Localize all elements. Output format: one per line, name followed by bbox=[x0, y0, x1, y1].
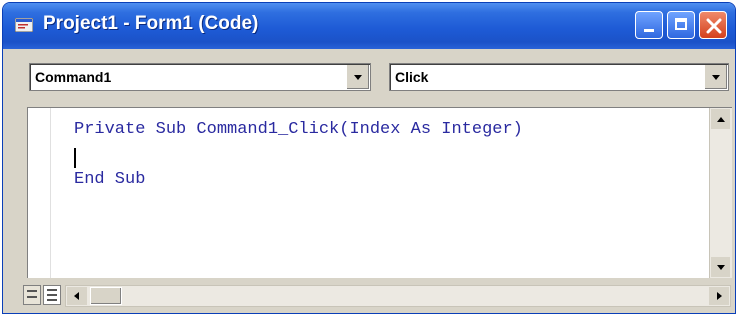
title-bar[interactable]: Project1 - Form1 (Code) bbox=[3, 3, 735, 49]
minimize-button[interactable] bbox=[635, 11, 663, 39]
horizontal-scrollbar[interactable] bbox=[65, 285, 731, 307]
window-title: Project1 - Form1 (Code) bbox=[43, 13, 259, 34]
code-window: Project1 - Form1 (Code) Command1 Click P… bbox=[2, 2, 736, 314]
horizontal-scroll-thumb[interactable] bbox=[90, 287, 122, 305]
code-line[interactable]: End Sub bbox=[74, 170, 145, 189]
full-module-view-icon-line bbox=[47, 299, 57, 301]
code-line[interactable]: Private Sub Command1_Click(Index As Inte… bbox=[74, 120, 523, 139]
procedure-view-button[interactable] bbox=[23, 285, 41, 305]
procedure-combo[interactable]: Click bbox=[389, 63, 729, 91]
object-combo-value: Command1 bbox=[35, 69, 112, 85]
minimize-icon bbox=[644, 29, 654, 32]
bottom-bar bbox=[3, 279, 735, 313]
scroll-down-arrow-icon[interactable] bbox=[711, 257, 730, 277]
procedure-view-icon bbox=[27, 290, 37, 292]
scroll-left-arrow-icon[interactable] bbox=[67, 287, 87, 305]
maximize-icon bbox=[675, 18, 687, 30]
text-caret bbox=[74, 148, 76, 168]
procedure-combo-value: Click bbox=[395, 69, 429, 85]
object-combo[interactable]: Command1 bbox=[29, 63, 371, 91]
full-module-view-icon-line bbox=[47, 294, 57, 296]
close-icon bbox=[706, 18, 722, 34]
full-module-view-icon bbox=[47, 289, 57, 291]
procedure-dropdown-arrow-icon[interactable] bbox=[704, 65, 727, 89]
margin-indicator-bar[interactable] bbox=[28, 108, 51, 278]
code-editor[interactable]: Private Sub Command1_Click(Index As Inte… bbox=[27, 107, 732, 278]
full-module-view-button[interactable] bbox=[43, 285, 61, 305]
scroll-up-arrow-icon[interactable] bbox=[711, 109, 730, 129]
close-button[interactable] bbox=[699, 11, 727, 39]
scroll-right-arrow-icon[interactable] bbox=[709, 287, 729, 305]
maximize-button[interactable] bbox=[667, 11, 695, 39]
vertical-scrollbar[interactable] bbox=[709, 108, 732, 278]
vb-code-window-icon bbox=[15, 18, 33, 32]
object-dropdown-arrow-icon[interactable] bbox=[346, 65, 369, 89]
procedure-view-icon-line bbox=[27, 296, 37, 298]
